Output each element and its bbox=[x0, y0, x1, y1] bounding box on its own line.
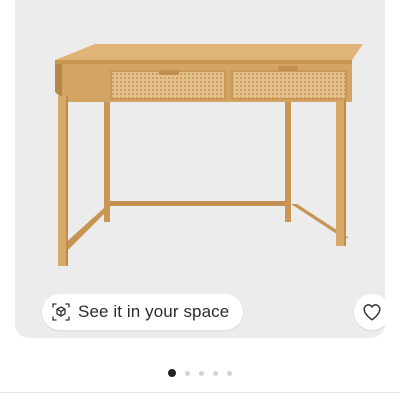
pagination-dot[interactable] bbox=[199, 370, 204, 376]
heart-outline-icon bbox=[363, 304, 381, 321]
product-image-carousel[interactable]: See it in your space bbox=[15, 0, 385, 338]
product-image bbox=[55, 44, 363, 266]
ar-cube-icon bbox=[50, 301, 72, 323]
see-in-space-button[interactable]: See it in your space bbox=[42, 294, 244, 330]
see-in-space-label: See it in your space bbox=[78, 302, 230, 321]
pagination-dot[interactable] bbox=[213, 370, 218, 376]
pagination-dot[interactable] bbox=[185, 370, 190, 376]
product-detail-screen: See it in your space bbox=[0, 0, 400, 400]
divider bbox=[0, 392, 400, 393]
pagination-dot[interactable] bbox=[227, 370, 232, 376]
pagination-dot-active[interactable] bbox=[168, 369, 176, 377]
favorite-button[interactable] bbox=[354, 294, 385, 330]
carousel-pagination bbox=[0, 369, 400, 377]
